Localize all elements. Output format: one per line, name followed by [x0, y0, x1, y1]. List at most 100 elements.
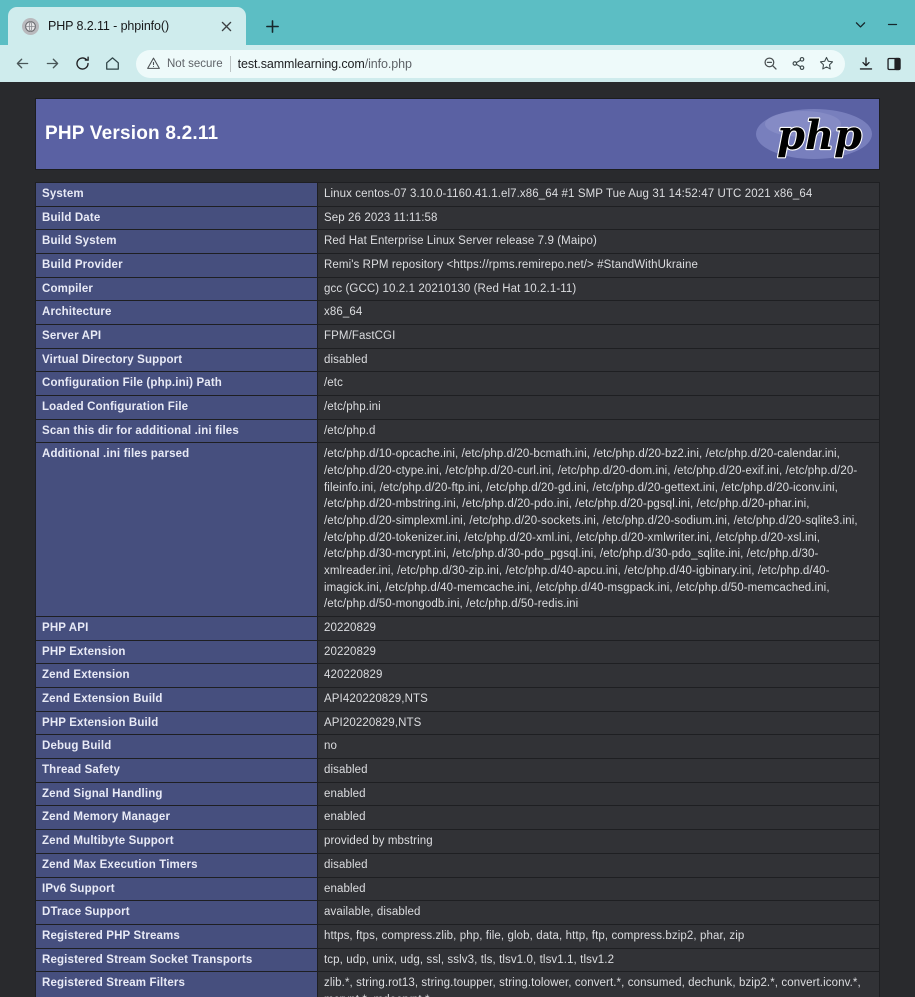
new-tab-button[interactable]: [258, 12, 286, 40]
star-icon[interactable]: [813, 51, 839, 77]
table-row-value: /etc/php.d/10-opcache.ini, /etc/php.d/20…: [317, 442, 880, 618]
table-row-value: disabled: [317, 758, 880, 783]
table-row-value: 20220829: [317, 616, 880, 641]
table-row-key: Registered Stream Socket Transports: [35, 947, 318, 973]
table-row-value: 420220829: [317, 663, 880, 689]
table-row-key: Build Date: [35, 205, 318, 231]
php-logo-icon: php: [753, 103, 875, 165]
svg-text:php: php: [777, 112, 862, 159]
table-row: Zend Max Execution Timers disabled: [35, 852, 880, 878]
table-row-value: disabled: [317, 852, 880, 878]
table-row-value: API20220829,NTS: [317, 710, 880, 736]
table-row: Architecture x86_64: [35, 300, 880, 326]
table-row: Zend Multibyte Support provided by mbstri…: [35, 829, 880, 854]
table-row-key: Registered Stream Filters: [35, 971, 318, 997]
table-row-value: available, disabled: [317, 900, 880, 925]
phpinfo-table: System Linux centos-07 3.10.0-1160.41.1.e…: [35, 182, 880, 997]
table-row-value: provided by mbstring: [317, 829, 880, 854]
table-row: IPv6 Support enabled: [35, 876, 880, 902]
minimize-icon[interactable]: [879, 13, 905, 35]
zoom-out-icon[interactable]: [757, 51, 783, 77]
omnibox-actions: [757, 51, 841, 77]
page-title: PHP Version 8.2.11: [45, 123, 219, 144]
phpinfo-content: PHP Version 8.2.11 php System Linux cento…: [35, 98, 880, 997]
page-viewport[interactable]: PHP Version 8.2.11 php System Linux cento…: [0, 82, 915, 997]
table-row: Zend Extension 420220829: [35, 663, 880, 689]
forward-arrow-icon[interactable]: [38, 50, 66, 78]
table-row: PHP API 20220829: [35, 616, 880, 641]
close-icon[interactable]: [216, 16, 236, 36]
table-row-key: Configuration File (php.ini) Path: [35, 371, 318, 397]
table-row-key: PHP Extension: [35, 639, 318, 665]
table-row: Thread Safety disabled: [35, 758, 880, 783]
table-row-key: Architecture: [35, 300, 318, 326]
table-row: Loaded Configuration File/etc/php.ini: [35, 395, 880, 420]
table-row-value: x86_64: [317, 300, 880, 326]
table-row-value: Linux centos-07 3.10.0-1160.41.1.el7.x86…: [317, 182, 880, 207]
browser-tab[interactable]: PHP 8.2.11 - phpinfo(): [8, 7, 246, 45]
table-row-value: zlib.*, string.rot13, string.toupper, st…: [317, 971, 880, 997]
table-row-value: https, ftps, compress.zlib, php, file, g…: [317, 923, 880, 949]
table-row-value: disabled: [317, 347, 880, 373]
table-row-value: gcc (GCC) 10.2.1 20210130 (Red Hat 10.2.…: [317, 276, 880, 302]
table-row-value: FPM/FastCGI: [317, 324, 880, 349]
table-row-key: Scan this dir for additional .ini files: [35, 418, 318, 444]
url-path: /info.php: [364, 56, 412, 71]
table-row-value: no: [317, 734, 880, 760]
table-row: Debug Build no: [35, 734, 880, 760]
table-row-key: Virtual Directory Support: [35, 347, 318, 373]
table-row-key: DTrace Support: [35, 900, 318, 925]
table-row: PHP Extension Build API20220829,NTS: [35, 710, 880, 736]
table-row-key: Zend Signal Handling: [35, 781, 318, 807]
url-host: test.sammlearning.com: [237, 56, 365, 71]
table-row-value: /etc/php.ini: [317, 395, 880, 420]
table-row-key: PHP Extension Build: [35, 710, 318, 736]
table-row-key: Build Provider: [35, 253, 318, 278]
table-row: System Linux centos-07 3.10.0-1160.41.1.e…: [35, 182, 880, 207]
not-secure-warning-icon: [147, 57, 160, 70]
table-row-value: 20220829: [317, 639, 880, 665]
table-row: Compiler gcc (GCC) 10.2.1 20210130 (Red H…: [35, 276, 880, 302]
chevron-down-icon[interactable]: [847, 13, 873, 35]
table-row-key: System: [35, 182, 318, 207]
tab-title: PHP 8.2.11 - phpinfo(): [48, 19, 170, 33]
table-row-key: Server API: [35, 324, 318, 349]
back-arrow-icon[interactable]: [8, 50, 36, 78]
phpinfo-page: PHP Version 8.2.11 php System Linux cento…: [0, 82, 915, 997]
reload-icon[interactable]: [68, 50, 96, 78]
tab-strip: PHP 8.2.11 - phpinfo(): [0, 0, 915, 45]
security-status-label: Not secure: [167, 57, 223, 70]
download-icon[interactable]: [853, 51, 879, 77]
table-row: Virtual Directory Support disabled: [35, 347, 880, 373]
table-row: Server API FPM/FastCGI: [35, 324, 880, 349]
table-row-value: tcp, udp, unix, udg, ssl, sslv3, tls, tl…: [317, 947, 880, 973]
table-row-key: Zend Extension: [35, 663, 318, 689]
phpinfo-table-body: System Linux centos-07 3.10.0-1160.41.1.e…: [35, 182, 880, 997]
table-row-key: Thread Safety: [35, 758, 318, 783]
table-row: PHP Extension 20220829: [35, 639, 880, 665]
table-row-key: Additional .ini files parsed: [35, 442, 318, 618]
table-row: Additional .ini files parsed/etc/php.d/1…: [35, 442, 880, 618]
table-row: Scan this dir for additional .ini files /…: [35, 418, 880, 444]
table-row: DTrace Support available, disabled: [35, 900, 880, 925]
table-row-key: IPv6 Support: [35, 876, 318, 902]
table-row: Registered Stream Socket Transports tcp, …: [35, 947, 880, 973]
table-row: Registered PHP Streams https, ftps, compr…: [35, 923, 880, 949]
browser-window: PHP 8.2.11 - phpinfo() Not secure test.s…: [0, 0, 915, 997]
share-icon[interactable]: [785, 51, 811, 77]
table-row-key: Build System: [35, 229, 318, 255]
table-row-value: enabled: [317, 876, 880, 902]
table-row: Registered Stream Filters zlib.*, string.…: [35, 971, 880, 997]
table-row-key: Registered PHP Streams: [35, 923, 318, 949]
home-icon[interactable]: [98, 50, 126, 78]
toolbar-actions: [853, 51, 907, 77]
table-row-value: enabled: [317, 781, 880, 807]
table-row-key: Zend Multibyte Support: [35, 829, 318, 854]
table-row-value: API420220829,NTS: [317, 687, 880, 712]
table-row: Zend Signal Handling enabled: [35, 781, 880, 807]
address-bar[interactable]: Not secure test.sammlearning.com/info.ph…: [136, 49, 845, 78]
table-row: Build System Red Hat Enterprise Linux Ser…: [35, 229, 880, 255]
side-panel-icon[interactable]: [881, 51, 907, 77]
table-row: Build Date Sep 26 2023 11:11:58: [35, 205, 880, 231]
table-row-value: /etc/php.d: [317, 418, 880, 444]
